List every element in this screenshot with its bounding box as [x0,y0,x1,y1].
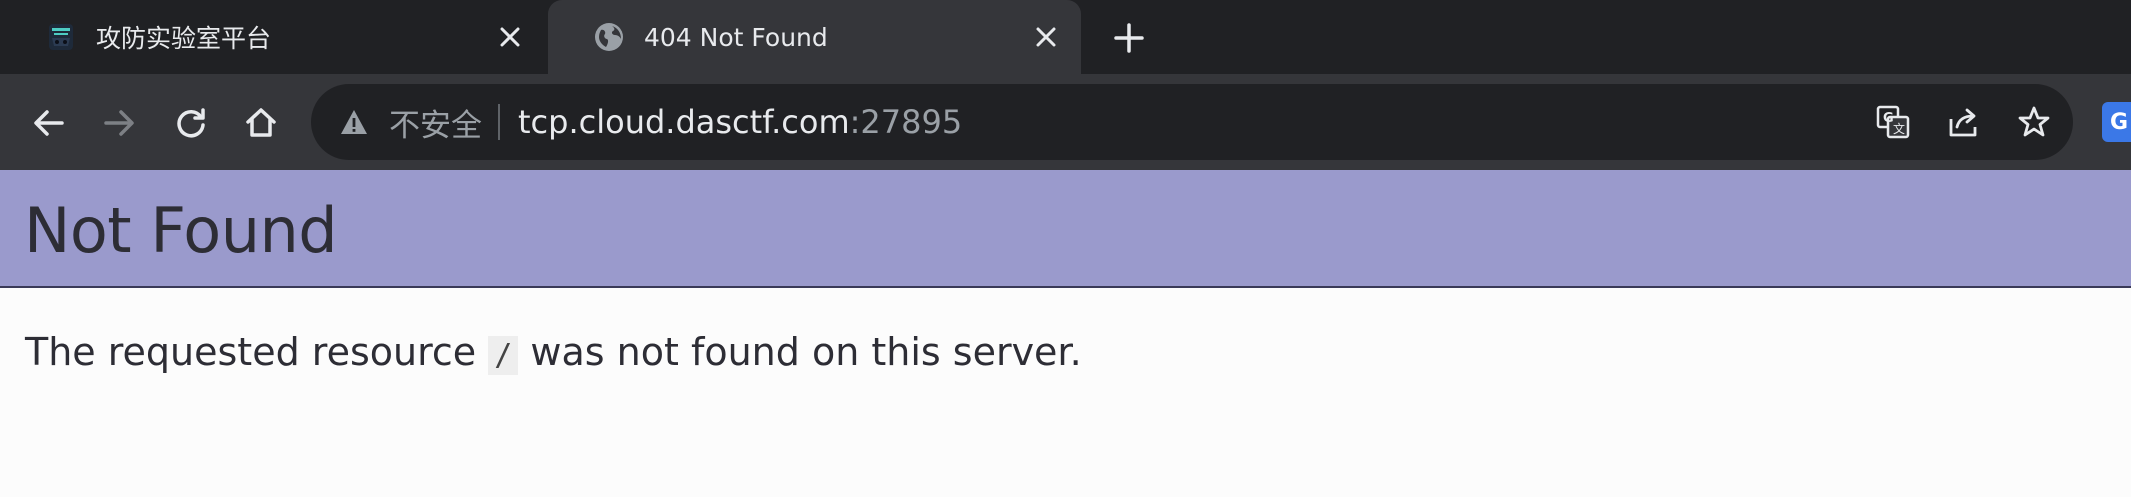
page-title: Not Found [24,194,338,267]
back-button[interactable] [28,102,70,144]
close-icon[interactable] [1029,20,1063,54]
tab-active[interactable]: 404 Not Found [548,0,1081,74]
url-text[interactable]: tcp.cloud.dasctf.com:27895 [518,103,962,141]
address-bar[interactable]: 不安全 tcp.cloud.dasctf.com:27895 G文 [311,84,2073,160]
error-message: The requested resource / was not found o… [25,330,1082,375]
svg-text:文: 文 [1893,121,1905,136]
browser-toolbar: 不安全 tcp.cloud.dasctf.com:27895 G文 G [0,74,2131,170]
tab-title: 404 Not Found [644,22,828,52]
extension-icon[interactable]: G [2102,102,2131,142]
shield-logo-icon [44,20,78,54]
share-icon[interactable] [1945,103,1983,141]
page-content: Not Found The requested resource / was n… [0,170,2131,497]
url-port: :27895 [849,103,963,141]
new-tab-button[interactable] [1110,19,1148,57]
tab-title: 攻防实验室平台 [96,24,272,53]
close-icon[interactable] [493,20,527,54]
tab-strip: 攻防实验室平台 404 Not Found [0,0,2131,74]
warning-icon[interactable] [337,105,371,139]
error-banner: Not Found [0,170,2131,288]
message-prefix: The requested resource [25,330,477,374]
reload-button[interactable] [170,102,212,144]
globe-icon [592,20,626,54]
resource-path: / [488,336,519,375]
url-host: tcp.cloud.dasctf.com [518,103,850,141]
home-button[interactable] [240,102,282,144]
divider [498,104,500,140]
tab-inactive[interactable]: 攻防实验室平台 [0,0,545,74]
security-label[interactable]: 不安全 [389,100,482,145]
forward-button[interactable] [98,102,140,144]
bookmark-star-icon[interactable] [2015,103,2053,141]
message-suffix: was not found on this server. [530,330,1082,374]
translate-icon[interactable]: G文 [1874,103,1912,141]
